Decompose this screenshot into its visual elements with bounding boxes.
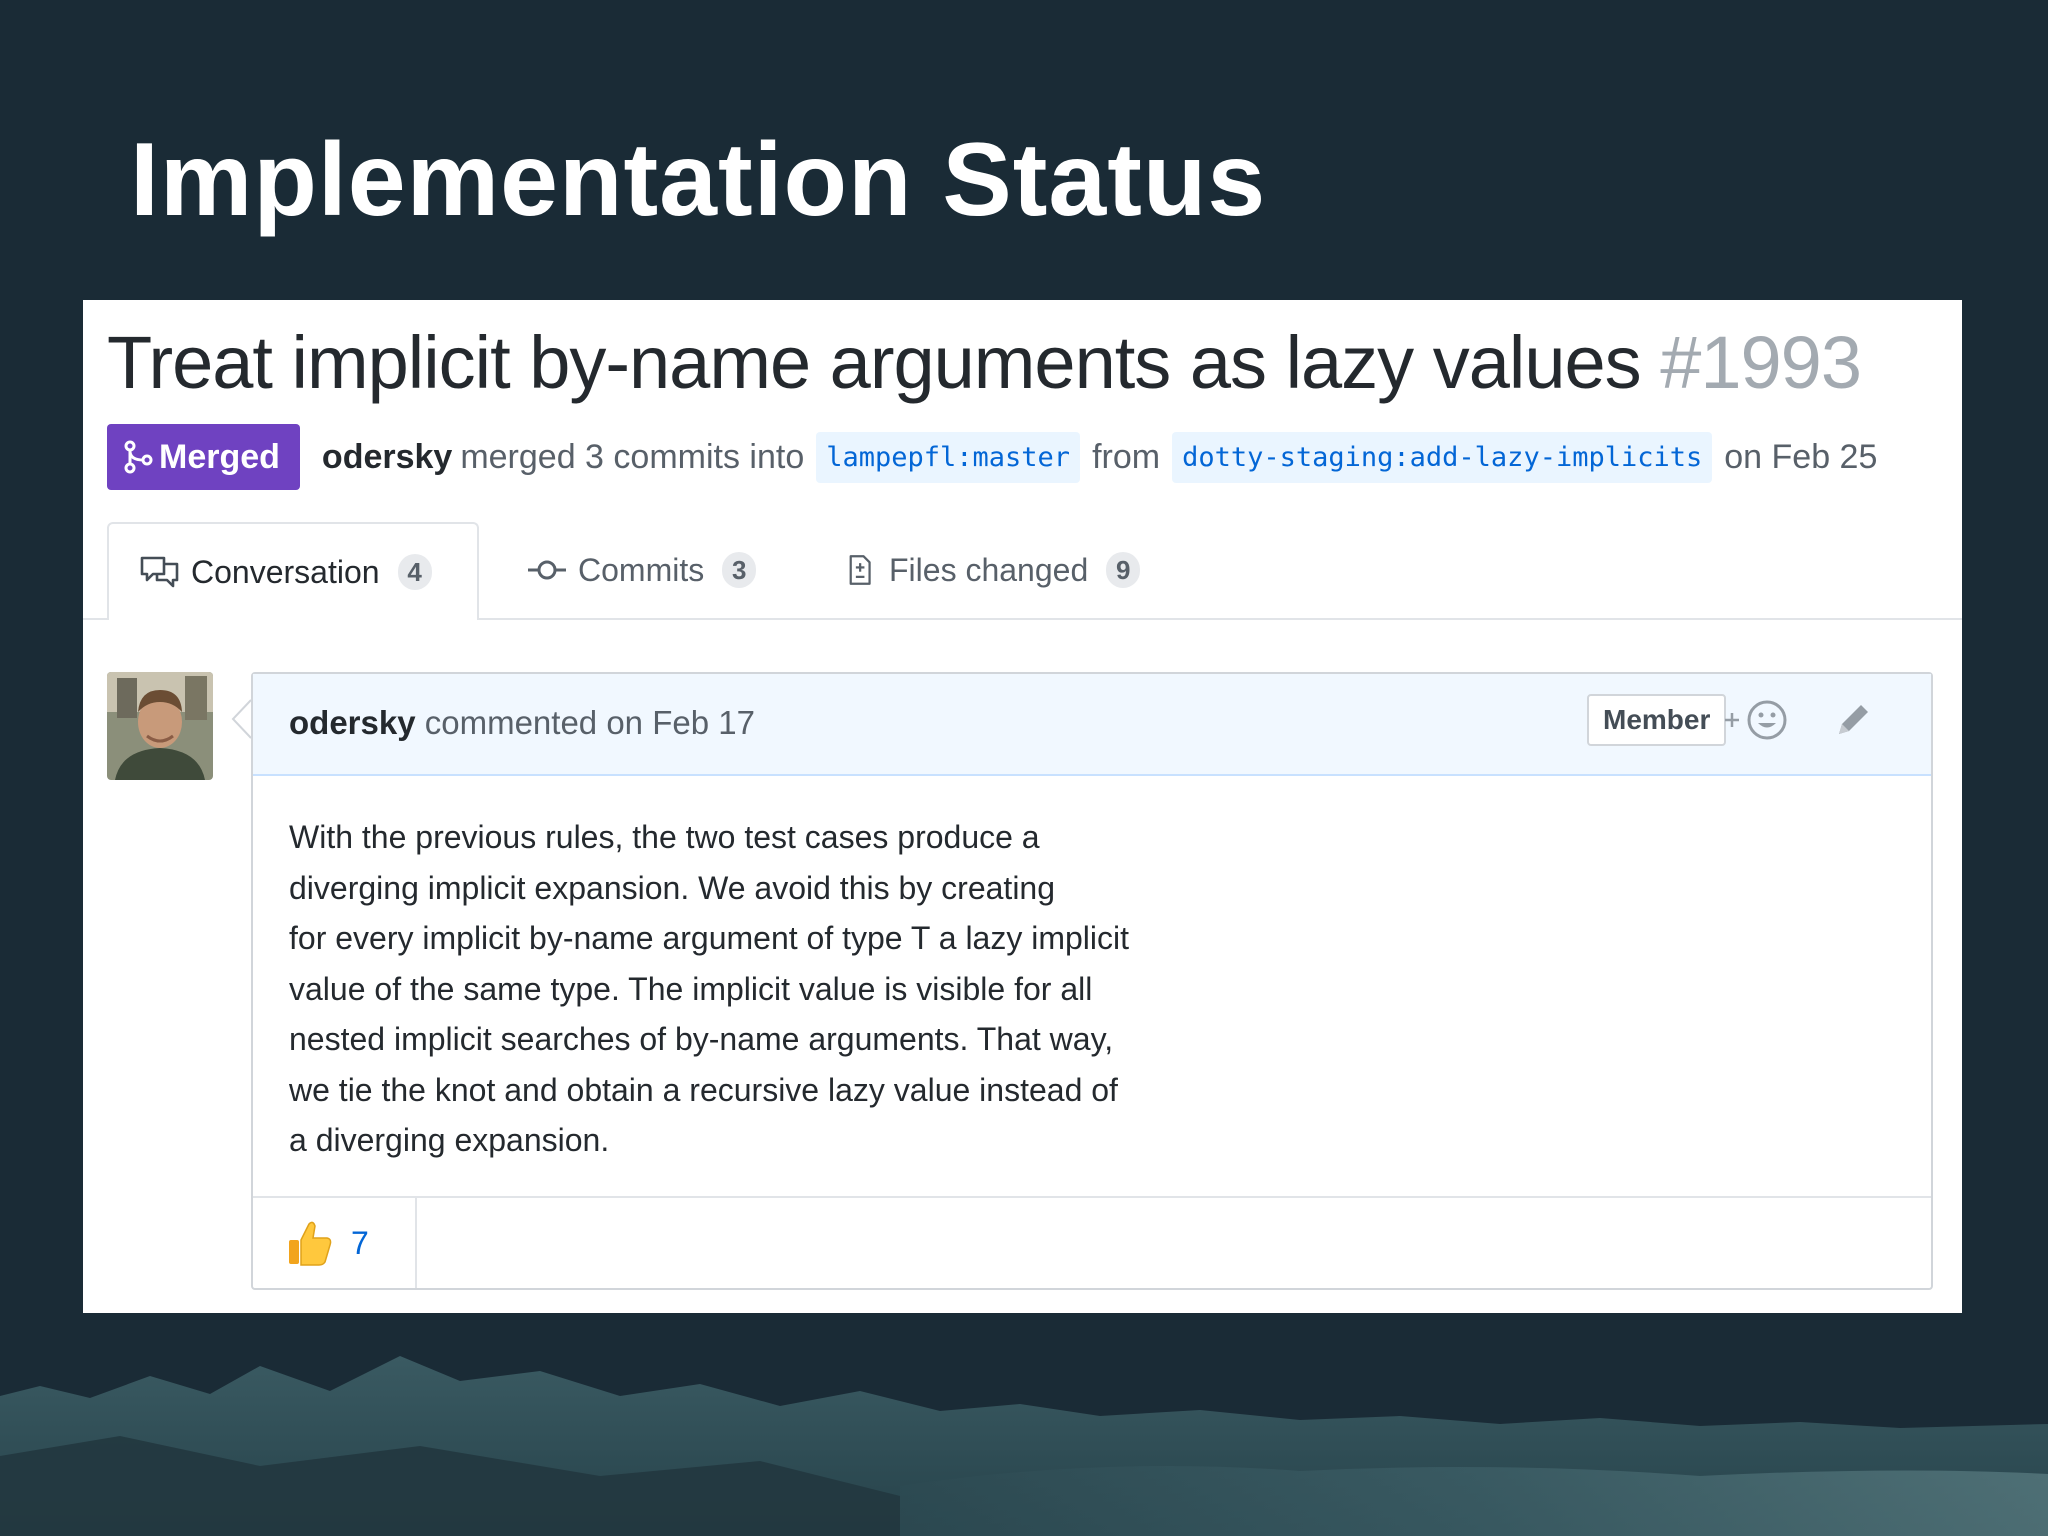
thumbs-up-reaction-button[interactable]: 7: [253, 1198, 417, 1288]
tab-files-changed-label: Files changed: [889, 551, 1089, 588]
tab-commits[interactable]: Commits 3: [526, 522, 757, 618]
pr-merged-text: merged 3 commits into: [460, 437, 805, 476]
comment-body-line: diverging implicit expansion. We avoid t…: [289, 869, 1056, 906]
pr-author-link[interactable]: odersky: [322, 438, 452, 477]
pr-number[interactable]: #1993: [1660, 321, 1862, 404]
comment-pointer-arrow: [231, 699, 251, 739]
pr-title-text: Treat implicit by-name arguments as lazy…: [107, 321, 1642, 404]
mountain-background-image: [0, 1336, 2048, 1536]
tab-conversation-label: Conversation: [191, 553, 380, 590]
tab-files-changed[interactable]: Files changed 9: [843, 522, 1141, 618]
comment-body-line: for every implicit by-name argument of t…: [289, 920, 1130, 956]
comment-body-line: With the previous rules, the two test ca…: [289, 819, 1040, 855]
comment-reactions-bar: 7: [253, 1196, 1931, 1288]
pr-tabs: Conversation 4 Commits 3 Files changed 9: [83, 522, 1962, 620]
tab-commits-label: Commits: [578, 551, 705, 588]
merged-state-label: Merged: [159, 437, 280, 476]
tab-conversation-count: 4: [397, 554, 432, 590]
member-role-badge: Member: [1587, 694, 1727, 746]
pr-from-text: from: [1092, 437, 1161, 476]
comment-byline: odersky commented on Feb 17: [289, 704, 755, 742]
head-branch-label[interactable]: dotty-staging:add-lazy-implicits: [1172, 431, 1713, 483]
slide-title: Implementation Status: [130, 122, 1267, 238]
comment-discussion-icon: [140, 556, 179, 588]
comment-body-line: nested implicit searches of by-name argu…: [289, 1021, 1114, 1057]
add-reaction-icon[interactable]: [1723, 698, 1791, 742]
merged-state-badge: Merged: [107, 424, 300, 490]
edit-pencil-icon[interactable]: [1833, 700, 1873, 740]
comment-box: odersky commented on Feb 17 Member With …: [251, 672, 1933, 1290]
git-merge-icon: [124, 440, 153, 474]
tab-commits-count: 3: [722, 552, 757, 588]
pr-meta: Merged odersky merged 3 commits into lam…: [107, 424, 1877, 490]
pr-title: Treat implicit by-name arguments as lazy…: [107, 320, 1862, 405]
avatar-image: [107, 672, 213, 780]
pr-date-text: on Feb 25: [1724, 437, 1878, 476]
comment-action-text[interactable]: commented on Feb 17: [425, 704, 755, 741]
avatar[interactable]: [107, 672, 213, 780]
thumbs-up-count: 7: [351, 1224, 369, 1261]
comment-body-line: a diverging expansion.: [289, 1122, 610, 1158]
comment-header: odersky commented on Feb 17 Member: [253, 674, 1931, 776]
base-branch-label[interactable]: lampepfl:master: [816, 431, 1081, 483]
comment-body: With the previous rules, the two test ca…: [289, 812, 1389, 1166]
thumbs-up-icon: [289, 1221, 332, 1266]
tab-conversation[interactable]: Conversation 4: [107, 522, 479, 620]
github-pr-screenshot: Treat implicit by-name arguments as lazy…: [83, 300, 1962, 1313]
file-diff-icon: [849, 555, 871, 585]
git-commit-icon: [528, 560, 566, 580]
comment-body-line: we tie the knot and obtain a recursive l…: [289, 1071, 1118, 1108]
tab-files-changed-count: 9: [1106, 552, 1141, 588]
comment-author-link[interactable]: odersky: [289, 704, 416, 741]
comment-body-line: value of the same type. The implicit val…: [289, 970, 1093, 1007]
